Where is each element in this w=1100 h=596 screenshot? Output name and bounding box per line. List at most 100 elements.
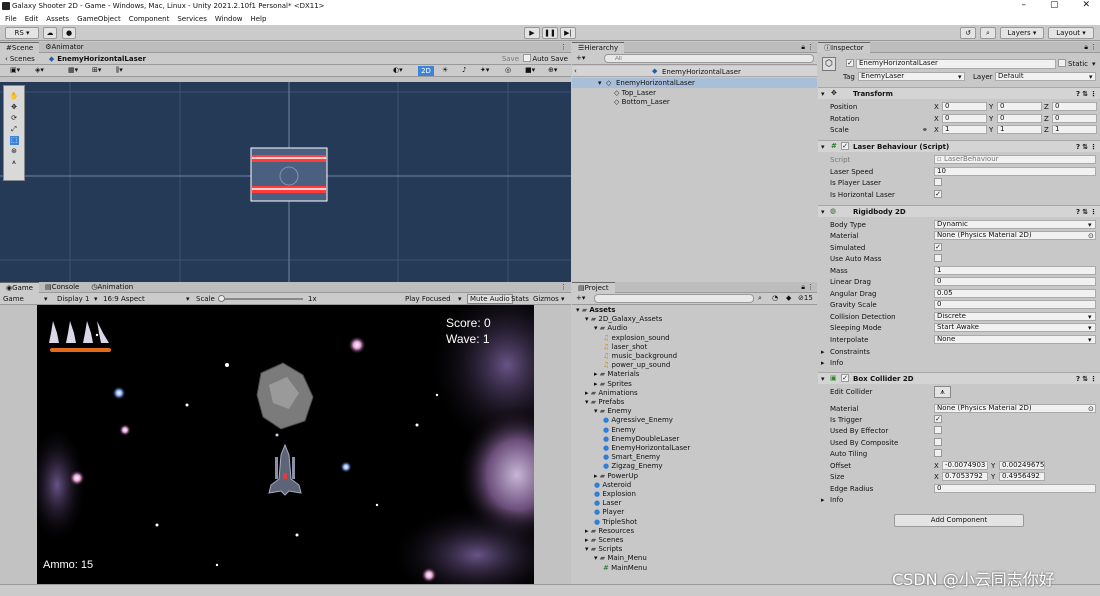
project-item[interactable]: ▸ ▰ Scenes	[585, 536, 623, 545]
gizmo-tool-icon[interactable]: ▣▾	[10, 66, 20, 74]
create-icon[interactable]: +▾	[576, 294, 585, 302]
custom-tool-icon[interactable]: ⩚	[10, 158, 19, 167]
preset-icon[interactable]: ⇅	[1082, 143, 1088, 151]
preset-icon[interactable]: ⇅	[1082, 375, 1088, 383]
project-item[interactable]: ▸ ▰ Materials	[594, 370, 639, 379]
auto-tiling-checkbox[interactable]	[934, 449, 942, 457]
fold-arrow-icon[interactable]: ▸	[821, 496, 825, 504]
increment-snap-icon[interactable]: ⫼▾	[116, 66, 123, 75]
project-item[interactable]: ♫ power_up_sound	[603, 361, 670, 370]
play-button[interactable]: ▶	[524, 27, 540, 39]
camera-icon[interactable]: ■▾	[525, 66, 535, 74]
mass-field[interactable]: 1	[934, 265, 1096, 275]
is-trigger-checkbox[interactable]: ✓	[934, 415, 942, 423]
interpolate-dropdown[interactable]: None	[934, 334, 1096, 344]
project-item[interactable]: ▾ ▰ Enemy	[594, 407, 632, 416]
move-tool-icon[interactable]: ✥	[10, 103, 19, 112]
project-item[interactable]: ▸ ▰ PowerUp	[594, 472, 638, 481]
display-mode-dropdown[interactable]: Game	[3, 295, 24, 303]
grid-icon[interactable]: ▦▾	[68, 66, 78, 74]
project-item[interactable]: ▾ ▰ Prefabs	[585, 398, 624, 407]
dropdown-arrow-icon[interactable]: ▾	[1088, 324, 1092, 332]
play-focused-dropdown[interactable]: Play Focused	[405, 295, 451, 303]
close-icon[interactable]: ✕	[1082, 0, 1090, 10]
back-icon[interactable]: ‹	[5, 55, 8, 63]
mute-audio-toggle[interactable]: Mute Audio	[467, 294, 513, 304]
account-button[interactable]: RS ▾	[5, 27, 39, 39]
rotate-tool-icon[interactable]: ⟳	[10, 114, 19, 123]
maximize-icon[interactable]: ▢	[1050, 0, 1059, 10]
transform-tool-icon[interactable]: ⊛	[10, 147, 19, 156]
search-icon[interactable]: ⌕	[980, 27, 996, 39]
fold-arrow-icon[interactable]: ▸	[821, 348, 825, 356]
position-y-field[interactable]: 0	[997, 102, 1042, 111]
rotation-x-field[interactable]: 0	[942, 113, 987, 123]
scale-tool-icon[interactable]: ⤢	[10, 125, 19, 134]
scale-y-field[interactable]: 1	[997, 125, 1042, 134]
project-item[interactable]: ● Laser	[594, 499, 621, 508]
lock-icon[interactable]: 🔒︎	[801, 43, 805, 52]
history-icon[interactable]: ↺	[960, 27, 976, 39]
project-item[interactable]: ♫ music_background	[603, 352, 677, 361]
collider-info-row[interactable]: ▸ Info	[818, 494, 1100, 505]
project-item[interactable]: ♫ explosion_sound	[603, 334, 670, 343]
component-enabled-checkbox[interactable]: ✓	[841, 142, 849, 150]
menu-edit[interactable]: Edit	[25, 15, 39, 23]
menu-services[interactable]: Services	[177, 15, 207, 23]
tab-animation[interactable]: ◷ Animation	[85, 282, 139, 293]
gizmos-icon[interactable]: ⊕▾	[548, 66, 557, 74]
tag-icon[interactable]: ◆	[786, 294, 791, 302]
box-collider-header[interactable]: ▾ ▣ ✓ Box Collider 2D ? ⇅ ⋮	[818, 372, 1100, 384]
hierarchy-search-input[interactable]	[604, 54, 814, 63]
project-item[interactable]: ● Zigzag_Enemy	[603, 462, 663, 471]
component-menu-icon[interactable]: ⋮	[1090, 375, 1097, 383]
hierarchy-item-top-laser[interactable]: ◇ Top_Laser	[614, 89, 656, 97]
use-auto-mass-checkbox[interactable]	[934, 254, 942, 263]
tab-animator[interactable]: ⚙ Animator	[39, 42, 89, 53]
project-item[interactable]: ● TripleShot	[594, 518, 637, 527]
tab-inspector[interactable]: ⓘ Inspector	[818, 41, 870, 53]
cloud-icon[interactable]: ☁	[43, 27, 57, 39]
menu-help[interactable]: Help	[250, 15, 266, 23]
draw-mode-icon[interactable]: ◈▾	[35, 66, 44, 74]
breadcrumb-scenes[interactable]: Scenes	[10, 55, 35, 63]
project-item[interactable]: ▸ ▰ Sprites	[594, 380, 632, 389]
layer-dropdown[interactable]: Default	[995, 72, 1096, 81]
component-menu-icon[interactable]: ⋮	[1090, 90, 1097, 98]
preset-icon[interactable]: ⇅	[1082, 90, 1088, 98]
size-y-field[interactable]: 0.4956492	[999, 472, 1045, 481]
minimize-icon[interactable]: –	[1021, 0, 1026, 10]
lighting-icon[interactable]: ☀	[442, 66, 448, 74]
laser-behaviour-header[interactable]: ▾ # ✓ Laser Behaviour (Script) ? ⇅ ⋮	[818, 140, 1100, 152]
help-icon[interactable]: ?	[1076, 375, 1080, 383]
constraints-row[interactable]: ▸ Constraints	[818, 346, 1100, 357]
project-item[interactable]: ● Asteroid	[594, 481, 631, 490]
project-item[interactable]: ▾ ▰ Scripts	[585, 545, 622, 554]
dropdown-arrow-icon[interactable]: ▾	[1088, 336, 1092, 344]
project-item[interactable]: ▾ ▰ Audio	[594, 324, 627, 333]
used-by-effector-checkbox[interactable]	[934, 426, 942, 434]
game-viewport[interactable]: Score: 0 Wave: 1 Ammo: 15	[37, 305, 534, 584]
edge-radius-field[interactable]: 0	[934, 484, 1096, 493]
project-item[interactable]: ▸ ▰ Animations	[585, 389, 638, 398]
project-item[interactable]: ♫ laser_shot	[603, 343, 647, 352]
collab-icon[interactable]: ●	[62, 27, 76, 39]
project-item[interactable]: ▾ ▰ Main_Menu	[594, 554, 647, 563]
step-button[interactable]: ▶|	[560, 27, 576, 39]
dropdown-arrow-icon[interactable]: ▾	[1088, 221, 1092, 229]
help-icon[interactable]: ?	[1076, 90, 1080, 98]
project-item[interactable]: ● Enemy	[603, 426, 635, 435]
tag-dropdown[interactable]: EnemyLaser	[858, 72, 965, 81]
tab-scene[interactable]: # Scene	[0, 41, 40, 53]
lock-icon[interactable]: 🔒︎	[801, 283, 805, 292]
sleeping-mode-dropdown[interactable]: Start Awake	[934, 323, 1096, 333]
rect-tool-icon[interactable]: ⬚	[9, 136, 19, 145]
angular-drag-field[interactable]: 0.05	[934, 288, 1096, 298]
component-menu-icon[interactable]: ⋮	[1090, 143, 1097, 151]
offset-x-field[interactable]: -0.0074903	[942, 461, 988, 470]
project-item[interactable]: # MainMenu	[603, 564, 647, 573]
snap-icon[interactable]: ⊞▾	[92, 66, 101, 74]
fold-arrow-icon[interactable]: ▾	[821, 375, 825, 383]
static-arrow-icon[interactable]: ▾	[1092, 60, 1096, 68]
object-picker-icon[interactable]: ⊙	[1088, 405, 1094, 413]
